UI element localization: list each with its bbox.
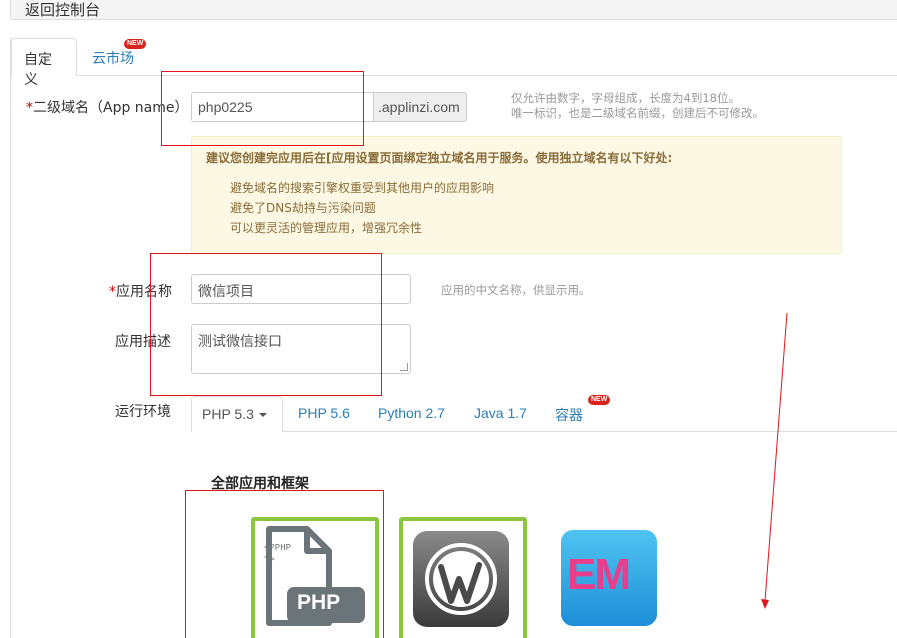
annotation-arrow bbox=[761, 312, 788, 609]
